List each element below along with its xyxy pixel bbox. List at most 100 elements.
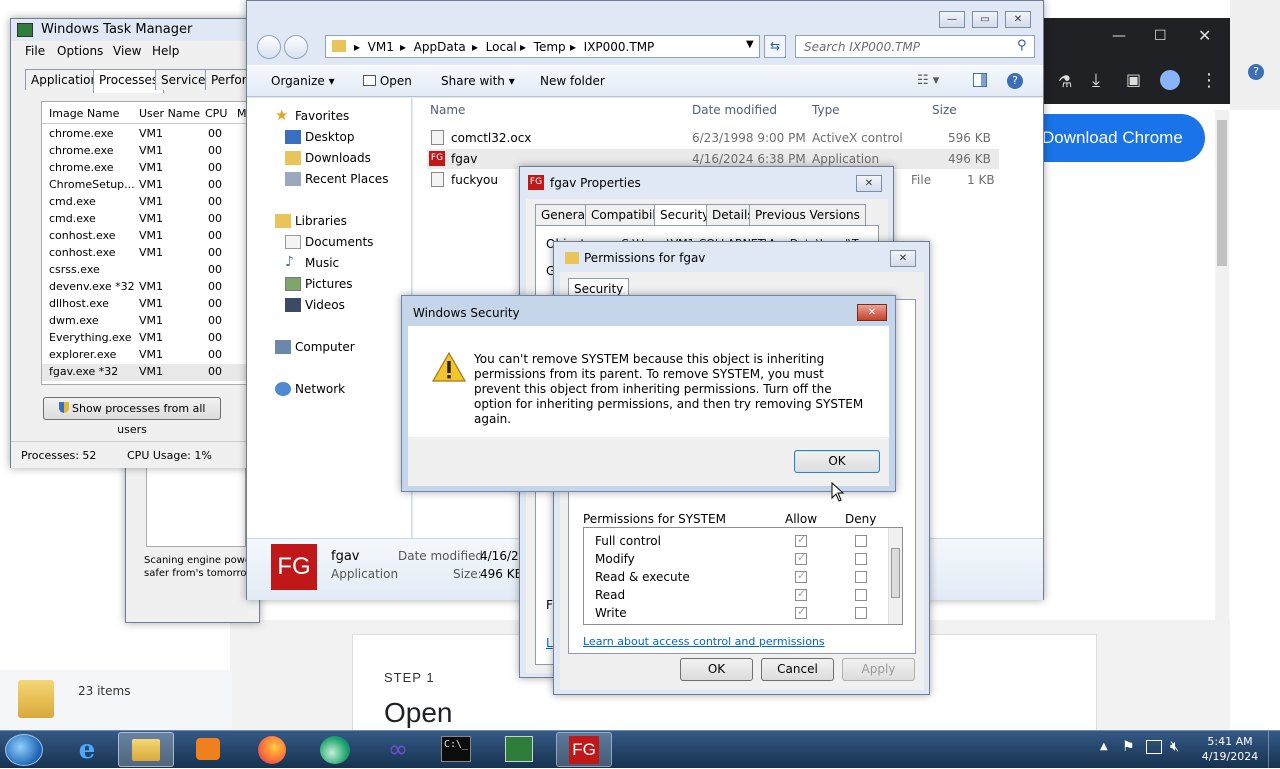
process-row[interactable]: cmd.exe VM1 00	[42, 211, 250, 228]
clock[interactable]: 5:41 AM 4/19/2024	[1200, 734, 1260, 764]
forward-button[interactable]	[284, 35, 308, 59]
allow-checkbox[interactable]	[795, 551, 807, 565]
explorer-minimize-button[interactable]: —	[939, 11, 965, 28]
visual-studio-taskbar-icon[interactable]: ∞	[383, 737, 413, 761]
nav-downloads[interactable]: Downloads	[285, 151, 371, 165]
process-row[interactable]: chrome.exe VM1 00	[42, 126, 250, 143]
process-row[interactable]: dllhost.exe VM1 00	[42, 296, 250, 313]
breadcrumb-ixp[interactable]: ▸ IXP000.TMP	[570, 40, 654, 54]
permissions-cancel-button[interactable]: Cancel	[761, 658, 834, 681]
process-row[interactable]: conhost.exe VM1 00	[42, 245, 250, 262]
new-folder-button[interactable]: New folder	[540, 74, 605, 88]
chevron-down-icon[interactable]: ▼	[746, 39, 754, 50]
open-button[interactable]: Open	[363, 74, 412, 88]
search-icon[interactable]: ⚲	[1017, 38, 1027, 53]
deny-checkbox[interactable]	[855, 607, 867, 619]
download-icon[interactable]: ⤓	[1092, 70, 1100, 91]
tab-previous-versions[interactable]: Previous Versions	[749, 204, 866, 225]
col-cpu[interactable]: CPU	[205, 107, 227, 120]
address-bar[interactable]: ▸ VM1 ▸ AppData ▸ Local ▸ Temp ▸ IXP000.…	[325, 35, 760, 58]
permissions-apply-button[interactable]: Apply	[842, 658, 915, 681]
action-center-flag-icon[interactable]: ⚑	[1122, 739, 1135, 755]
breadcrumb-local[interactable]: ▸ Local	[472, 40, 517, 54]
show-desktop-button[interactable]	[1268, 731, 1280, 769]
nav-libraries[interactable]: Libraries	[275, 214, 347, 228]
labs-icon[interactable]: ⚗	[1058, 72, 1072, 91]
deny-checkbox[interactable]	[855, 535, 867, 547]
close-icon[interactable]: ✕	[1198, 26, 1211, 45]
menu-file[interactable]: File	[25, 44, 45, 58]
explorer-close-button[interactable]: ✕	[1005, 11, 1031, 28]
sidepanel-icon[interactable]: ▣	[1126, 70, 1141, 89]
nav-documents[interactable]: Documents	[285, 235, 373, 249]
task-manager-taskbar-icon[interactable]	[505, 736, 533, 762]
firefox-taskbar-icon[interactable]	[258, 736, 286, 764]
process-row[interactable]: Everything.exe VM1 00	[42, 330, 250, 347]
process-row[interactable]: conhost.exe VM1 00	[42, 228, 250, 245]
nav-computer[interactable]: Computer	[275, 340, 355, 354]
process-row[interactable]: ChromeSetup... VM1 00	[42, 177, 250, 194]
nav-desktop[interactable]: Desktop	[285, 130, 355, 144]
edge-taskbar-icon[interactable]	[320, 736, 350, 764]
volume-muted-icon[interactable]: 🔇︎	[1170, 737, 1179, 755]
allow-checkbox[interactable]	[795, 533, 807, 547]
fgav-taskbar-button[interactable]: FG	[556, 732, 612, 767]
download-chrome-button[interactable]: Download Chrome	[1040, 114, 1205, 162]
search-input[interactable]: Search IXP000.TMP	[804, 40, 920, 54]
cmd-taskbar-icon[interactable]: C:\_	[441, 736, 471, 762]
process-row[interactable]: dwm.exe VM1 00	[42, 313, 250, 330]
col-name[interactable]: Name	[430, 103, 465, 117]
media-player-taskbar-icon[interactable]	[196, 738, 220, 760]
show-all-processes-button[interactable]: Show processes from all users	[43, 397, 221, 436]
profile-icon[interactable]	[1160, 70, 1180, 90]
tab-processes[interactable]: Processes	[93, 69, 165, 93]
col-user-name[interactable]: User Name	[139, 107, 200, 120]
access-control-link[interactable]: Learn about access control and permissio…	[583, 635, 825, 648]
maximize-icon[interactable]: ☐	[1154, 28, 1167, 44]
menu-options[interactable]: Options	[57, 44, 103, 58]
minimize-icon[interactable]: —	[1112, 28, 1126, 44]
process-row[interactable]: fgav.exe *32 VM1 00	[42, 364, 250, 381]
nav-videos[interactable]: Videos	[285, 298, 345, 312]
back-button[interactable]	[257, 35, 281, 59]
process-row[interactable]: chrome.exe VM1 00	[42, 160, 250, 177]
security-dialog-close-button[interactable]: ✕	[857, 304, 887, 321]
organize-button[interactable]: Organize ▾	[271, 74, 335, 88]
menu-icon[interactable]: ⋮	[1200, 70, 1218, 91]
help-icon[interactable]: ?	[1248, 64, 1264, 80]
refresh-button[interactable]: ⇆	[764, 35, 786, 58]
nav-pictures[interactable]: Pictures	[285, 277, 353, 291]
file-row[interactable]: comctl32.ocx 6/23/1998 9:00 PM ActiveX c…	[427, 128, 999, 148]
process-row[interactable]: cmd.exe VM1 00	[42, 194, 250, 211]
menu-help[interactable]: Help	[152, 44, 179, 58]
col-type[interactable]: Type	[812, 103, 840, 117]
nav-network[interactable]: Network	[275, 382, 345, 396]
deny-checkbox[interactable]	[855, 553, 867, 565]
perm-scrollbar[interactable]	[888, 528, 902, 624]
process-row[interactable]: chrome.exe VM1 00	[42, 143, 250, 160]
process-row[interactable]: devenv.exe *32 VM1 00	[42, 279, 250, 296]
breadcrumb-temp[interactable]: ▸ Temp	[520, 40, 566, 54]
explorer-taskbar-button[interactable]	[118, 732, 174, 767]
deny-checkbox[interactable]	[855, 571, 867, 583]
search-box[interactable]: Search IXP000.TMP ⚲	[795, 35, 1035, 58]
nav-favorites[interactable]: ★ Favorites	[275, 106, 349, 124]
network-tray-icon[interactable]	[1146, 740, 1162, 754]
ie-taskbar-icon[interactable]: e	[70, 736, 104, 764]
view-options-icon[interactable]: ☷ ▾	[917, 73, 939, 88]
show-hidden-icons[interactable]: ▲	[1100, 741, 1108, 752]
security-dialog-ok-button[interactable]: OK	[794, 450, 880, 473]
menu-view[interactable]: View	[113, 44, 141, 58]
nav-recent-places[interactable]: Recent Places	[285, 172, 388, 186]
permissions-close-button[interactable]: ✕	[890, 250, 916, 267]
allow-checkbox[interactable]	[795, 605, 807, 619]
allow-checkbox[interactable]	[795, 587, 807, 601]
nav-music[interactable]: ♪ Music	[285, 254, 339, 270]
help-icon[interactable]: ?	[1007, 73, 1023, 89]
breadcrumb-vm1[interactable]: ▸ VM1	[354, 40, 394, 54]
breadcrumb-appdata[interactable]: ▸ AppData	[400, 40, 466, 54]
col-image-name[interactable]: Image Name	[49, 107, 119, 120]
allow-checkbox[interactable]	[795, 569, 807, 583]
process-row[interactable]: explorer.exe VM1 00	[42, 347, 250, 364]
preview-pane-icon[interactable]	[973, 73, 987, 87]
